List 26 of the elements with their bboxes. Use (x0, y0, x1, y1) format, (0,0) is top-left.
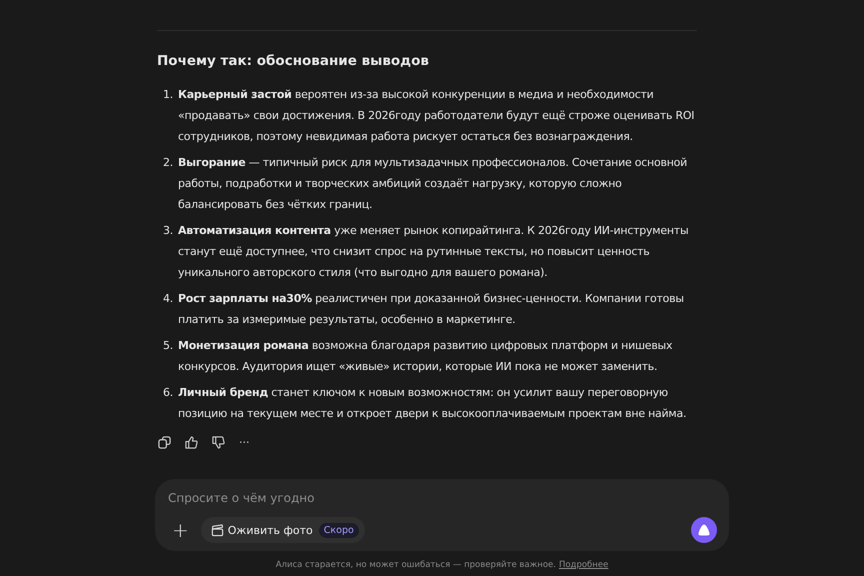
list-number: 6. (162, 385, 174, 401)
animate-photo-button[interactable]: Оживить фото Скоро (200, 517, 365, 543)
assistant-logo-icon (697, 523, 711, 537)
list-item-text: Карьерный застой вероятен из-за высокой конкуренции в медиа и необходимости «продавать» свои достижения. В 2026году работодатели будут ещё строже оценивать ROI сотрудников, поэтому невидимая работа рискует остаться без вознаграждения. (178, 87, 696, 145)
list-number: 3. (162, 223, 174, 239)
list-item-text: Личный бренд станет ключом к новым возможностям: он усилит вашу переговорную позицию на текущем месте и откроет двери к высокооплачиваемым проектам вне найма. (178, 385, 688, 422)
more-button[interactable]: ··· (239, 436, 250, 449)
list-item-text: Выгорание — типичный риск для мультизадачных профессионалов. Сочетание основной работы, подработки и творческих амбиций создаёт нагрузку, которую сложно балансировать без чётких границ. (178, 155, 688, 213)
thumbs-up-icon[interactable] (185, 436, 198, 449)
clapperboard-icon (210, 524, 224, 536)
list-number: 2. (162, 155, 174, 171)
list-item-text: Автоматизация контента уже меняет рынок копирайтинга. К 2026году ИИ-инструменты станут ещё доступнее, что снизит спрос на рутинные тексты, но повысит ценность уникального авторского стиля (что выгодно для вашего романа). (178, 223, 690, 281)
disclaimer-text: Алиса старается, но может ошибаться — проверяйте важное. (276, 560, 556, 570)
list-item-text: Рост зарплаты на30% реалистичен при доказанной бизнес-ценности. Компании готовы платить за измеримые результаты, особенно в маркетинге. (178, 291, 685, 328)
add-button[interactable]: + (168, 520, 193, 540)
assistant-button[interactable] (691, 517, 717, 543)
message-input[interactable]: Спросите о чём угодно (168, 489, 468, 507)
section-heading: Почему так: обоснование выводов (157, 53, 430, 69)
list-number: 1. (162, 87, 174, 103)
list-item-text: Монетизация романа возможна благодаря развитию цифровых платформ и нишевых конкурсов. Аудитория ищет «живые» истории, которые ИИ пока не может заменить. (178, 338, 674, 375)
copy-icon[interactable] (158, 436, 171, 449)
list-number: 4. (162, 291, 174, 307)
list-number: 5. (162, 338, 174, 354)
soon-badge: Скоро (318, 522, 359, 538)
more-info-link[interactable]: Подробнее (558, 560, 608, 570)
thumbs-down-icon[interactable] (212, 436, 225, 449)
